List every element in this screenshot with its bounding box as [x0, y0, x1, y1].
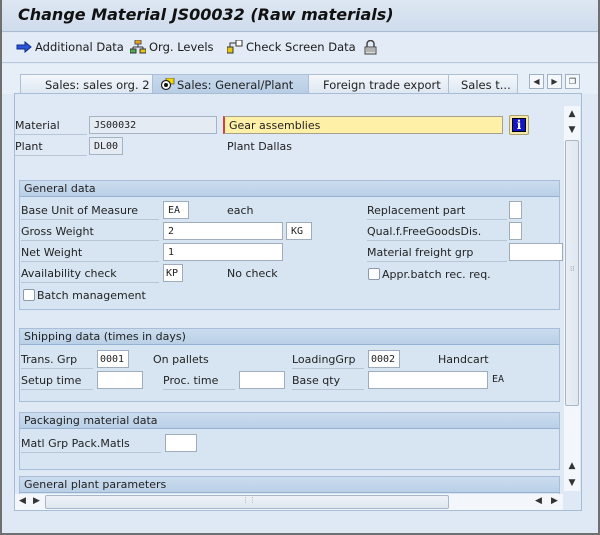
- tab-sales-org-2[interactable]: Sales: sales org. 2: [20, 74, 154, 94]
- trans-grp-description: On pallets: [153, 353, 209, 366]
- general-data-title: General data: [20, 181, 559, 197]
- appr-batch-checkbox[interactable]: [368, 268, 380, 280]
- scroll-right-icon-right[interactable]: ▶: [551, 496, 558, 506]
- replacement-part-field[interactable]: [509, 201, 522, 219]
- matl-grp-pack-label: Matl Grp Pack.Matls: [21, 437, 161, 453]
- base-uom-label: Base Unit of Measure: [21, 204, 159, 220]
- scroll-up-icon[interactable]: ▲: [564, 106, 580, 122]
- sap-window: Change Material JS00032 (Raw materials) …: [2, 0, 598, 533]
- net-weight-field[interactable]: [163, 243, 283, 261]
- horizontal-scrollbar[interactable]: ◀ ▶ ⋮⋮ ◀ ▶: [15, 494, 563, 510]
- scroll-right-icon[interactable]: ▶: [33, 496, 40, 506]
- additional-data-button[interactable]: Additional Data: [16, 40, 124, 54]
- org-levels-button[interactable]: Org. Levels: [130, 40, 214, 54]
- triangle-left-icon: ◀: [533, 77, 540, 86]
- tab-label: Foreign trade export: [323, 78, 441, 92]
- shipping-data-title: Shipping data (times in days): [20, 329, 559, 345]
- scroll-up-icon-bottom[interactable]: ▲: [564, 458, 580, 474]
- qual-free-goods-label: Qual.f.FreeGoodsDis.: [367, 225, 507, 241]
- trans-grp-field[interactable]: [97, 350, 129, 368]
- tab-label: Sales: General/Plant: [177, 78, 294, 92]
- trans-grp-label: Trans. Grp: [21, 353, 93, 369]
- info-icon: i: [512, 118, 526, 132]
- tab-strip: Sales: sales org. 2 Sales: General/Plant…: [2, 64, 598, 94]
- matl-grp-pack-field[interactable]: [165, 434, 197, 452]
- plant-params-title: General plant parameters: [20, 477, 559, 493]
- tab-list-button[interactable]: ❐: [565, 74, 580, 89]
- weight-unit-field[interactable]: [286, 222, 312, 240]
- application-toolbar: Additional Data Org. Levels Check Screen…: [2, 33, 598, 63]
- window-title: Change Material JS00032 (Raw materials): [18, 5, 394, 24]
- scroll-down-icon[interactable]: ▼: [564, 122, 580, 138]
- gross-weight-label: Gross Weight: [21, 225, 159, 241]
- tab-scroll-right-button[interactable]: ▶: [547, 74, 562, 89]
- freight-grp-label: Material freight grp: [367, 246, 507, 262]
- plant-field[interactable]: [89, 137, 123, 155]
- additional-data-label: Additional Data: [35, 40, 124, 54]
- setup-time-field[interactable]: [97, 371, 143, 389]
- base-qty-field[interactable]: [368, 371, 488, 389]
- availability-check-description: No check: [227, 267, 278, 280]
- title-bar: Change Material JS00032 (Raw materials): [2, 0, 598, 32]
- appr-batch-label: Appr.batch rec. req.: [382, 268, 491, 281]
- material-field[interactable]: [89, 116, 217, 134]
- check-screen-data-button[interactable]: Check Screen Data: [227, 40, 356, 54]
- packaging-title: Packaging material data: [20, 413, 559, 429]
- plant-label: Plant: [15, 140, 87, 156]
- availability-check-label: Availability check: [21, 267, 159, 283]
- material-description-field[interactable]: Gear assemblies: [223, 116, 503, 134]
- plant-description: Plant Dallas: [227, 140, 293, 153]
- proc-time-label: Proc. time: [163, 374, 235, 390]
- scroll-area: Material Gear assemblies i Plant Plant D…: [15, 106, 563, 501]
- check-screen-data-label: Check Screen Data: [246, 40, 356, 54]
- tab-sales-text[interactable]: Sales t...: [448, 74, 518, 94]
- base-qty-unit: EA: [492, 374, 505, 385]
- scroll-down-icon-bottom[interactable]: ▼: [564, 475, 580, 491]
- setup-time-label: Setup time: [21, 374, 93, 390]
- base-qty-label: Base qty: [292, 374, 364, 390]
- tab-content-panel: Material Gear assemblies i Plant Plant D…: [14, 93, 582, 511]
- check-data-icon: [227, 40, 243, 54]
- tab-foreign-trade-export[interactable]: Foreign trade export: [308, 74, 450, 94]
- qual-free-goods-field[interactable]: [509, 222, 522, 240]
- net-weight-label: Net Weight: [21, 246, 159, 262]
- tab-label: Sales: sales org. 2: [45, 78, 150, 92]
- freight-grp-field[interactable]: [509, 243, 563, 261]
- vertical-scroll-thumb[interactable]: ⁞⁞: [565, 140, 579, 406]
- info-button[interactable]: i: [509, 115, 529, 135]
- base-uom-field[interactable]: [163, 201, 189, 219]
- proc-time-field[interactable]: [239, 371, 285, 389]
- triangle-right-icon: ▶: [551, 77, 558, 86]
- scroll-left-icon[interactable]: ◀: [19, 496, 26, 506]
- batch-management-checkbox[interactable]: [23, 289, 35, 301]
- org-hierarchy-icon: [130, 40, 146, 54]
- vertical-scrollbar[interactable]: ▲ ▼ ⁞⁞ ▲ ▼: [564, 106, 580, 491]
- org-levels-label: Org. Levels: [149, 40, 214, 54]
- loading-grp-label: LoadingGrp: [292, 353, 364, 369]
- batch-management-label: Batch management: [37, 289, 146, 302]
- tab-scroll-left-button[interactable]: ◀: [529, 74, 544, 89]
- availability-check-field[interactable]: [163, 264, 183, 282]
- horizontal-scroll-thumb[interactable]: ⋮⋮: [45, 495, 449, 509]
- material-label: Material: [15, 119, 87, 135]
- active-tab-marker-icon: [160, 77, 175, 94]
- tab-label: Sales t...: [461, 78, 511, 92]
- loading-grp-field[interactable]: [368, 350, 400, 368]
- replacement-part-label: Replacement part: [367, 204, 507, 220]
- lock-button[interactable]: [364, 40, 380, 55]
- base-uom-description: each: [227, 204, 254, 217]
- grip-icon: ⋮⋮: [242, 496, 256, 504]
- loading-grp-description: Handcart: [438, 353, 489, 366]
- gross-weight-field[interactable]: [163, 222, 283, 240]
- lock-icon: [364, 40, 377, 55]
- scroll-left-icon-right[interactable]: ◀: [535, 496, 542, 506]
- grip-icon: ⁞⁞: [570, 265, 575, 273]
- tab-list-icon: ❐: [568, 77, 577, 86]
- tab-sales-general-plant[interactable]: Sales: General/Plant: [152, 74, 310, 94]
- arrow-right-icon: [16, 41, 32, 53]
